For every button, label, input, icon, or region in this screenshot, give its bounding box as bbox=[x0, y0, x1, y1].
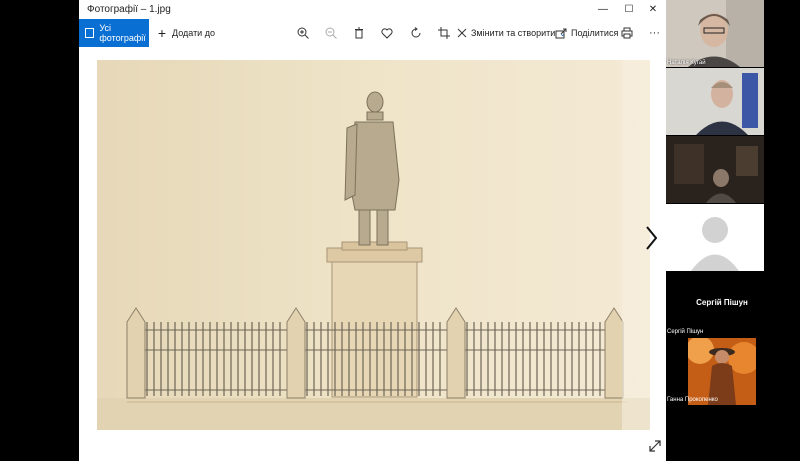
add-to-label: Додати до bbox=[172, 28, 215, 38]
photos-icon bbox=[85, 28, 95, 38]
all-photos-button[interactable]: Усі фотографії bbox=[79, 19, 149, 47]
toolbar: Усі фотографії + Додати до Змінити та ст… bbox=[79, 19, 666, 47]
heart-icon bbox=[381, 28, 393, 39]
participant-tile[interactable] bbox=[666, 136, 764, 203]
rotate-button[interactable] bbox=[409, 19, 423, 47]
rotate-icon bbox=[411, 27, 421, 38]
participant-name: Ганна Прокопенко bbox=[667, 397, 718, 403]
participant-video bbox=[666, 136, 764, 203]
participant-video bbox=[666, 0, 764, 67]
edit-create-button[interactable]: Змінити та створити ⌄ bbox=[455, 19, 566, 47]
zoom-in-button[interactable] bbox=[296, 19, 310, 47]
more-button[interactable]: ··· bbox=[649, 19, 660, 47]
crop-button[interactable] bbox=[437, 19, 451, 47]
delete-button[interactable] bbox=[352, 19, 366, 47]
zoom-out-button[interactable] bbox=[324, 19, 338, 47]
zoom-out-icon bbox=[325, 27, 337, 39]
participant-name: Сергій Пішун bbox=[667, 329, 704, 335]
share-icon bbox=[555, 28, 567, 39]
minimize-button[interactable]: — bbox=[590, 0, 616, 19]
close-button[interactable]: ✕ bbox=[640, 0, 666, 19]
participant-tile[interactable] bbox=[666, 68, 764, 135]
add-to-button[interactable]: + Додати до bbox=[155, 19, 215, 47]
crop-icon bbox=[438, 27, 450, 39]
favorite-button[interactable] bbox=[380, 19, 394, 47]
trash-icon bbox=[355, 27, 363, 39]
next-arrow-icon[interactable] bbox=[642, 224, 660, 252]
plus-icon: + bbox=[157, 25, 167, 41]
maximize-button[interactable]: ☐ bbox=[616, 0, 642, 19]
edit-icon bbox=[457, 28, 467, 38]
participant-tile[interactable] bbox=[688, 338, 756, 405]
avatar-icon bbox=[666, 204, 764, 271]
title-bar: Фотографії – 1.jpg — ☐ ✕ bbox=[79, 0, 666, 19]
participants-panel: Наталія Кугай Сергій Пішун Сергій Пішун bbox=[666, 0, 800, 461]
participant-center-label: Сергій Пішун bbox=[696, 298, 748, 307]
participant-name: Наталія Кугай bbox=[667, 60, 706, 66]
share-label: Поділитися bbox=[571, 28, 619, 38]
zoom-in-icon bbox=[297, 27, 309, 39]
edit-create-label: Змінити та створити bbox=[471, 28, 556, 38]
participant-tile[interactable]: Наталія Кугай bbox=[666, 0, 764, 67]
printer-icon bbox=[621, 27, 633, 39]
participant-tile[interactable] bbox=[666, 204, 764, 271]
participant-video bbox=[666, 68, 764, 135]
window-title: Фотографії – 1.jpg bbox=[87, 4, 171, 15]
image-viewer bbox=[79, 47, 666, 461]
participant-video bbox=[688, 338, 756, 405]
all-photos-label: Усі фотографії bbox=[99, 23, 146, 43]
print-button[interactable] bbox=[620, 19, 634, 47]
photos-app-window: Фотографії – 1.jpg — ☐ ✕ Усі фотографії … bbox=[79, 0, 666, 461]
expand-icon[interactable] bbox=[648, 439, 662, 453]
share-button[interactable]: Поділитися bbox=[554, 19, 618, 47]
photo-image bbox=[97, 60, 650, 430]
